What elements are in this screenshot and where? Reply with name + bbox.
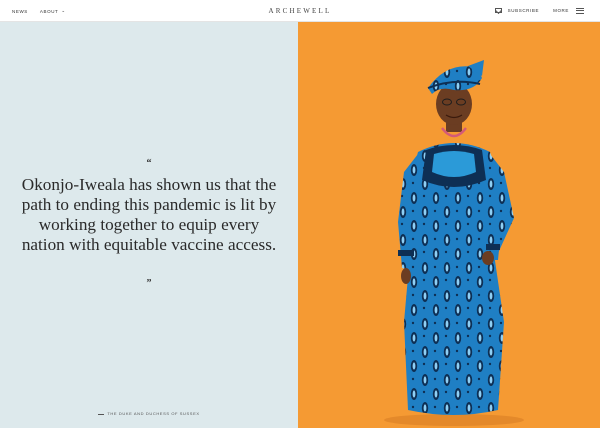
more-label: MORE: [553, 8, 569, 14]
more-menu-button[interactable]: MORE: [553, 8, 584, 14]
envelope-icon: [494, 8, 502, 14]
quote-panel: “ Okonjo-Iweala has shown us that the pa…: [0, 22, 298, 428]
portrait-image: [384, 60, 524, 426]
subscribe-label: SUBSCRIBE: [507, 8, 540, 14]
close-quote-icon: ”: [146, 278, 152, 289]
portrait-panel: [298, 22, 600, 428]
attribution-dash: [98, 413, 105, 415]
subscribe-link[interactable]: SUBSCRIBE: [494, 8, 540, 14]
hamburger-menu-icon: [576, 8, 584, 14]
open-quote-icon: “: [146, 158, 152, 169]
attribution-text: THE DUKE AND DUCHESS OF SUSSEX: [107, 411, 200, 416]
quote-attribution: THE DUKE AND DUCHESS OF SUSSEX: [0, 411, 298, 416]
pull-quote: Okonjo-Iweala has shown us that the path…: [21, 175, 277, 254]
secondary-nav: SUBSCRIBE MORE: [494, 8, 584, 14]
top-navigation-bar: NEWS ABOUT ⌄ ARCHEWELL SUBSCRIBE MORE: [0, 0, 600, 22]
